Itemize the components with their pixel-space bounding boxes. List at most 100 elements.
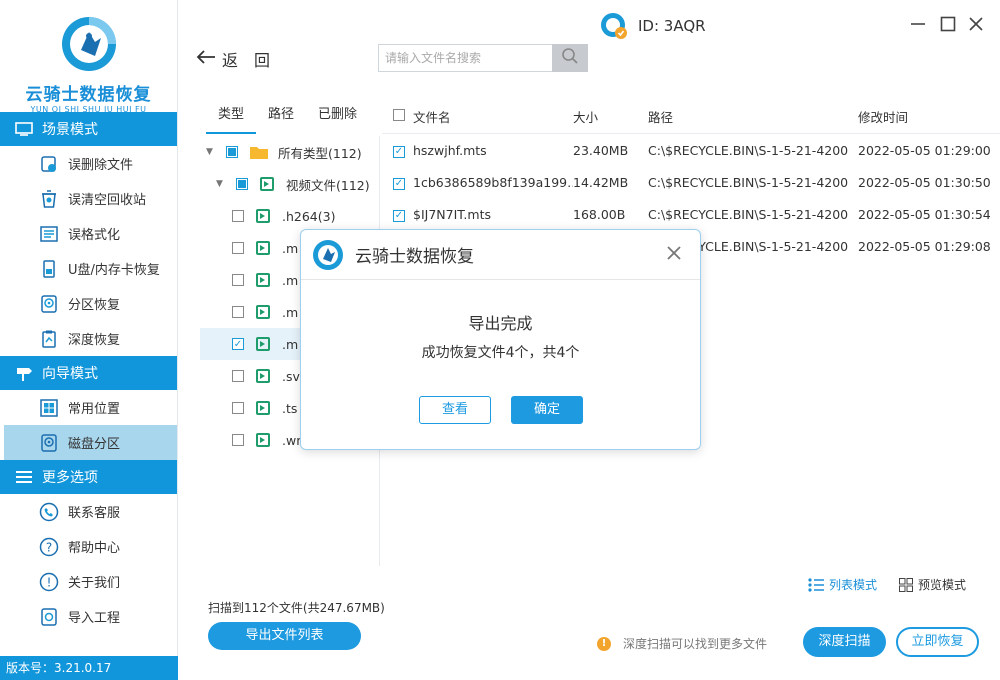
arrow-left-icon — [196, 46, 216, 71]
sidebar-item-disk-partition[interactable]: 磁盘分区 — [4, 425, 177, 460]
checkbox[interactable] — [232, 242, 244, 254]
dialog-title: 云骑士数据恢复 — [355, 247, 474, 267]
sidebar-item-import[interactable]: 导入工程 — [4, 599, 177, 634]
video-file-icon — [256, 305, 270, 319]
list-mode-label: 列表模式 — [829, 578, 878, 592]
back-label-2: 回 — [254, 50, 271, 70]
menu-icon — [14, 469, 34, 485]
sidebar-item-deep-recovery[interactable]: 深度恢复 — [4, 321, 177, 356]
export-complete-dialog: 云骑士数据恢复 导出完成 成功恢复文件4个，共4个 查看 确定 — [300, 229, 701, 450]
warning-icon: ! — [597, 636, 611, 651]
select-all-checkbox[interactable] — [393, 109, 405, 121]
tree-label: .m — [282, 304, 299, 320]
row-checkbox[interactable]: ✓ — [393, 177, 405, 190]
filter-tabs: 类型 路径 已删除 — [206, 100, 381, 134]
video-file-icon — [260, 177, 274, 191]
info-icon: ! — [38, 571, 60, 593]
file-path: C:\$RECYCLE.BIN\S-1-5-21-4200 — [648, 142, 849, 158]
checkbox[interactable] — [236, 178, 248, 190]
version-label: 版本号：3.21.0.17 — [0, 656, 178, 680]
minimize-button[interactable] — [908, 14, 928, 34]
search-button[interactable] — [552, 44, 588, 72]
checkbox[interactable] — [226, 146, 238, 158]
sidebar-item-help[interactable]: ? 帮助中心 — [4, 529, 177, 564]
dialog-close-icon[interactable] — [666, 242, 682, 267]
search-input[interactable]: 请输入文件名搜索 — [378, 44, 552, 72]
tree-node-video[interactable]: ▼ 视频文件(112) — [200, 168, 379, 200]
format-disk-icon — [38, 223, 60, 245]
tree-label: .m — [282, 240, 299, 256]
column-header-size[interactable]: 大小 — [573, 107, 648, 126]
sidebar-item-label: 导入工程 — [68, 611, 121, 626]
checkbox-checked[interactable]: ✓ — [232, 338, 244, 350]
column-header-path[interactable]: 路径 — [648, 107, 858, 126]
list-icon — [808, 577, 824, 592]
section-scene-mode: 场景模式 — [0, 112, 177, 146]
tree-node-h264[interactable]: .h264(3) — [200, 200, 379, 232]
sidebar-item-partition[interactable]: 分区恢复 — [4, 286, 177, 321]
tree-node-all-types[interactable]: ▼ 所有类型(112) — [200, 136, 379, 168]
checkbox[interactable] — [232, 306, 244, 318]
view-button[interactable]: 查看 — [419, 396, 491, 424]
video-file-icon — [256, 433, 270, 447]
table-row[interactable]: ✓ 1cb6386589b8f139a199… 14.42MB C:\$RECY… — [382, 166, 1000, 198]
ok-button[interactable]: 确定 — [511, 396, 583, 424]
caret-down-icon[interactable]: ▼ — [206, 147, 216, 157]
avatar-icon — [601, 13, 627, 39]
row-checkbox[interactable]: ✓ — [393, 145, 405, 158]
sidebar-item-common-locations[interactable]: 常用位置 — [4, 390, 177, 425]
sidebar-item-deleted-files[interactable]: 误删除文件 — [4, 146, 177, 181]
file-size: 14.42MB — [573, 174, 629, 190]
recover-now-button[interactable]: 立即恢复 — [896, 627, 979, 657]
dialog-header: 云骑士数据恢复 — [301, 230, 700, 280]
tree-label: 视频文件(112) — [286, 177, 370, 193]
sidebar-item-label: 帮助中心 — [68, 541, 121, 556]
checkbox[interactable] — [232, 402, 244, 414]
checkbox[interactable] — [232, 434, 244, 446]
back-button[interactable]: 返 回 — [196, 46, 270, 71]
column-header-time[interactable]: 修改时间 — [858, 107, 1000, 126]
list-mode-button[interactable]: 列表模式 — [808, 576, 877, 593]
table-row[interactable]: ✓ hszwjhf.mts 23.40MB C:\$RECYCLE.BIN\S-… — [382, 134, 1000, 166]
hint-text: 深度扫描可以找到更多文件 — [623, 637, 768, 651]
user-id-text: ID: 3AQR — [638, 17, 706, 35]
caret-down-icon[interactable]: ▼ — [216, 179, 226, 189]
checkbox[interactable] — [232, 274, 244, 286]
tab-deleted[interactable]: 已删除 — [306, 100, 369, 134]
svg-text:!: ! — [47, 575, 52, 589]
section-label: 场景模式 — [42, 122, 98, 138]
sidebar-item-about[interactable]: ! 关于我们 — [4, 564, 177, 599]
video-file-icon — [256, 209, 270, 223]
tree-label: .ts — [282, 400, 298, 416]
folder-icon — [250, 147, 268, 159]
close-button[interactable] — [966, 14, 986, 34]
file-size: 23.40MB — [573, 142, 629, 158]
preview-mode-button[interactable]: 预览模式 — [899, 576, 966, 593]
maximize-button[interactable] — [938, 14, 958, 34]
tab-type[interactable]: 类型 — [206, 100, 257, 134]
export-list-button[interactable]: 导出文件列表 — [208, 622, 361, 650]
table-header: 文件名 大小 路径 修改时间 — [382, 100, 1000, 134]
file-name: 1cb6386589b8f139a199… — [413, 174, 573, 190]
sidebar-item-label: 常用位置 — [68, 402, 121, 417]
row-checkbox[interactable]: ✓ — [393, 209, 405, 222]
sidebar-item-recycle-bin[interactable]: 误清空回收站 — [4, 181, 177, 216]
checkbox[interactable] — [232, 370, 244, 382]
user-id[interactable]: ID: 3AQR — [600, 12, 706, 40]
checkbox[interactable] — [232, 210, 244, 222]
partition-icon — [38, 293, 60, 315]
deep-scan-button[interactable]: 深度扫描 — [803, 627, 886, 657]
sidebar-item-label: 深度恢复 — [68, 333, 121, 348]
tab-path[interactable]: 路径 — [256, 100, 306, 134]
sidebar-item-usb[interactable]: U盘/内存卡恢复 — [4, 251, 177, 286]
table-row[interactable]: ✓ $IJ7N7IT.mts 168.00B C:\$RECYCLE.BIN\S… — [382, 198, 1000, 230]
app-logo: 云骑士数据恢复 YUN QI SHI SHU JU HUI FU — [0, 0, 177, 114]
sidebar-item-contact[interactable]: 联系客服 — [4, 494, 177, 529]
section-wizard-mode: 向导模式 — [0, 356, 177, 390]
video-file-icon — [256, 369, 270, 383]
sidebar-item-label: 联系客服 — [68, 506, 121, 521]
column-header-name[interactable]: 文件名 — [413, 107, 573, 126]
section-more-options: 更多选项 — [0, 460, 177, 494]
sidebar-item-format[interactable]: 误格式化 — [4, 216, 177, 251]
windows-icon — [38, 397, 60, 419]
